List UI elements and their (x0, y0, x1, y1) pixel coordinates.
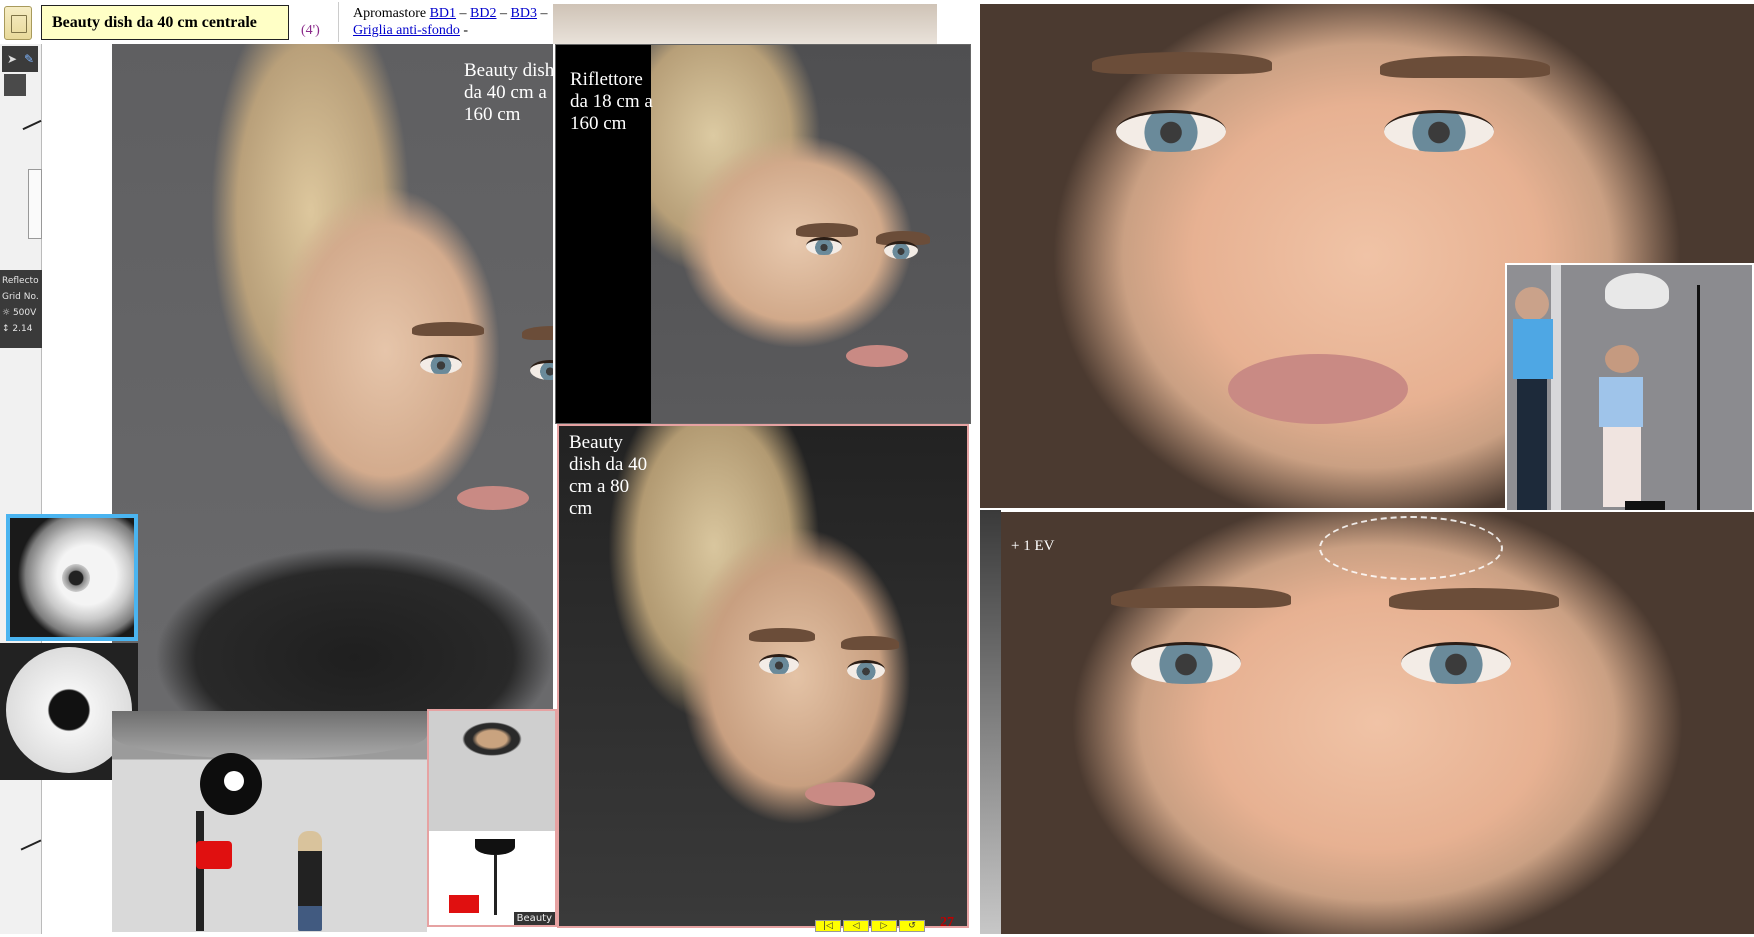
document-icon[interactable] (4, 6, 32, 40)
link-bd1[interactable]: BD1 (430, 6, 456, 21)
nav-first-button[interactable]: |◁ (815, 920, 841, 932)
sun-icon: ☼ (2, 308, 11, 318)
select-arrow-icon[interactable]: ➤ (7, 52, 17, 66)
stand-line-bottom (20, 839, 42, 851)
setup-thumb[interactable]: Beauty (427, 709, 557, 927)
distance-value: 2.14 (12, 324, 33, 334)
tool-strip: ➤ ✎ (0, 44, 42, 934)
photo-edge-strip (980, 510, 1001, 934)
pen-icon[interactable]: ✎ (24, 52, 34, 66)
store-label: Apromastore (353, 6, 427, 21)
light-stand (196, 811, 204, 931)
grid-label: Grid No. (2, 292, 39, 302)
nav-prev-button[interactable]: ◁ (843, 920, 869, 932)
page-number: 27 (940, 915, 954, 930)
link-griglia[interactable]: Griglia anti-sfondo (353, 23, 460, 38)
duration-label: (4') (301, 23, 320, 38)
real-face-plus-ev-photo: + 1 EV (1001, 510, 1754, 934)
highlight-oval (1319, 516, 1503, 580)
stand-line (22, 119, 42, 131)
plus-ev-label: + 1 EV (1011, 538, 1055, 554)
hand-icon[interactable] (4, 74, 26, 96)
tool-row: ➤ ✎ (2, 46, 38, 72)
power-value: 500V (12, 308, 37, 318)
main-photo-label: Beauty dish da 40 cm a 160 cm (464, 60, 553, 125)
tool-panel-edge (28, 169, 42, 239)
nav-next-button[interactable]: ▷ (871, 920, 897, 932)
eye-left (420, 354, 462, 374)
slide-title: Beauty dish da 40 cm centrale (52, 13, 257, 31)
beauty-dish-thumb[interactable] (6, 514, 138, 641)
link-bd3[interactable]: BD3 (511, 6, 537, 21)
stand-clamp (196, 841, 232, 869)
model-figure (298, 831, 322, 931)
real-lips (1228, 354, 1408, 424)
slide-nav: |◁ ◁ ▷ ↺ (815, 918, 925, 934)
reflector-photo-label: Riflettore da 18 cm a 160 cm (570, 69, 653, 134)
nav-reload-button[interactable]: ↺ (899, 920, 925, 932)
top-strip-photo (553, 4, 937, 44)
slide-title-box: Beauty dish da 40 cm centrale (41, 5, 289, 40)
store-links: Apromastore BD1 – BD2 – BD3 – Griglia an… (338, 2, 554, 42)
distance-icon: ↕ (2, 324, 10, 334)
beauty-dish-80-photo: Beauty dish da 40 cm a 80 cm (557, 424, 969, 928)
eye-right (530, 360, 553, 380)
dish-center-icon (62, 564, 90, 592)
beauty-dish-80-label: Beauty dish da 40 cm a 80 cm (569, 432, 648, 519)
lips (457, 486, 529, 510)
studio-scene-render (112, 711, 427, 932)
reflector-title: Reflecto (2, 276, 39, 286)
setup-thumb-label: Beauty (513, 912, 555, 925)
link-bd2[interactable]: BD2 (470, 6, 496, 21)
main-render-photo: Beauty dish da 40 cm a 160 cm (112, 44, 553, 711)
reflector-render-photo: Riflettore da 18 cm a 160 cm (555, 44, 971, 424)
reflector-panel[interactable]: Reflecto Grid No. ☼ 500V ↕ 2.14 (0, 270, 42, 348)
